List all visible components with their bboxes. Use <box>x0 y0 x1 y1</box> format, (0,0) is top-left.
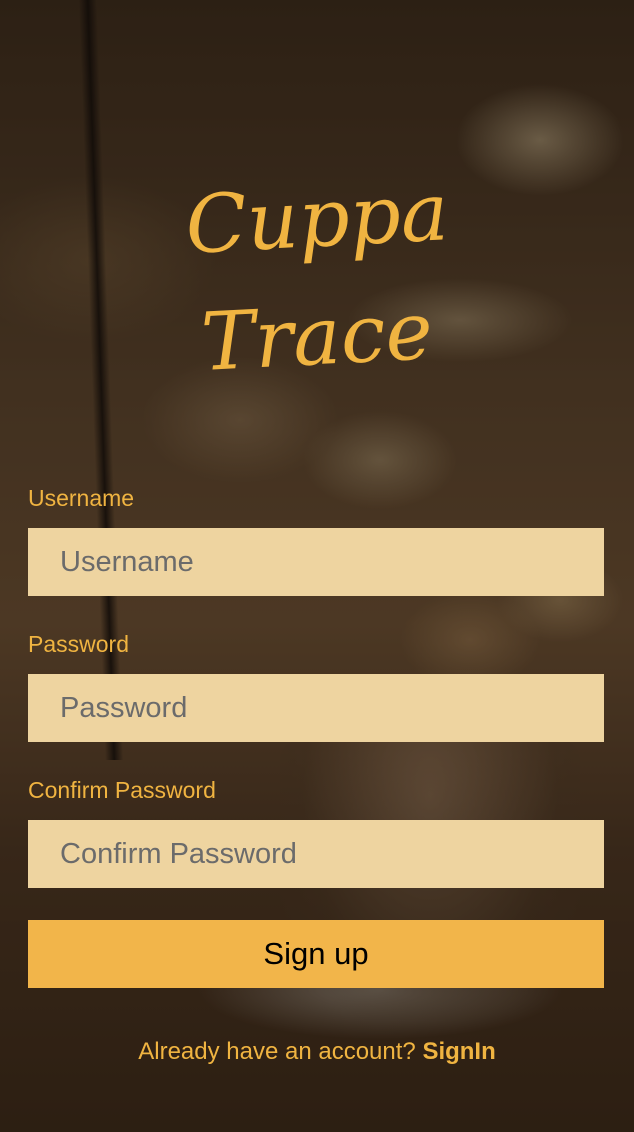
signup-form: Username Password Confirm Password Sign … <box>28 480 604 988</box>
signin-prompt-text: Already have an account? <box>138 1038 416 1065</box>
signup-screen: Cuppa Trace Username Password Confirm Pa… <box>0 0 634 1132</box>
password-input[interactable] <box>28 674 604 742</box>
password-label: Password <box>28 631 129 657</box>
confirm-password-label: Confirm Password <box>28 777 216 803</box>
username-input[interactable] <box>28 528 604 596</box>
signup-button[interactable]: Sign up <box>28 920 604 988</box>
username-label: Username <box>28 485 135 511</box>
signin-prompt: Already have an account? SignIn <box>0 1038 634 1066</box>
app-logo: Cuppa Trace <box>0 160 634 396</box>
signin-link[interactable]: SignIn <box>422 1038 495 1065</box>
confirm-password-input[interactable] <box>28 820 604 888</box>
